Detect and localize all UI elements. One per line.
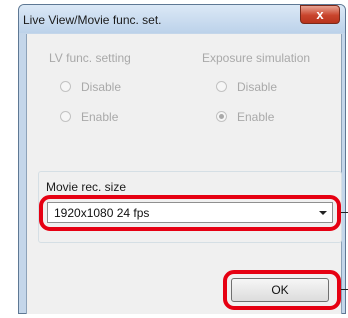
exposure-sim-enable-label: Enable [237, 110, 275, 124]
movie-rec-size-label: Movie rec. size [46, 180, 127, 194]
close-icon: x [316, 7, 324, 22]
lv-func-disable-label: Disable [81, 80, 122, 94]
movie-rec-size-callout-line [341, 212, 348, 213]
ok-button-callout-line [341, 289, 348, 290]
window-title: Live View/Movie func. set. [23, 13, 162, 27]
exposure-sim-enable-radio[interactable] [216, 111, 227, 122]
exposure-sim-disable-label: Disable [237, 80, 278, 94]
lv-func-enable-label: Enable [81, 110, 119, 124]
exposure-sim-heading: Exposure simulation [202, 51, 311, 65]
close-button[interactable]: x [300, 5, 340, 24]
lv-func-enable-radio[interactable] [60, 111, 71, 122]
movie-rec-size-highlight [39, 195, 341, 231]
lv-func-disable-radio[interactable] [60, 81, 71, 92]
ok-button-highlight [223, 270, 341, 310]
lv-func-heading: LV func. setting [49, 51, 131, 65]
exposure-sim-disable-radio[interactable] [216, 81, 227, 92]
